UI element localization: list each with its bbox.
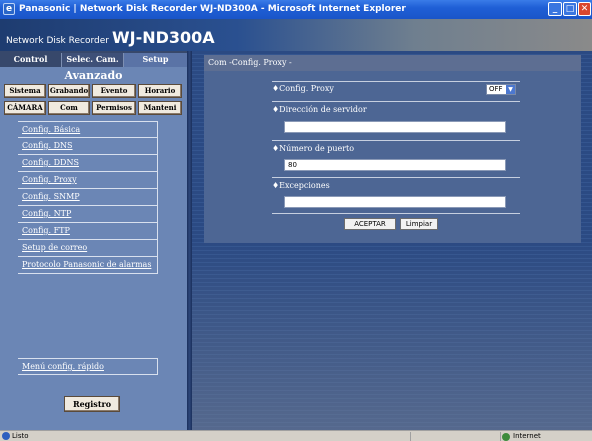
left-panel: Control Selec. Cam. Setup Avanzado Siste…: [0, 51, 187, 430]
divider-line: [272, 101, 520, 102]
internet-zone-icon: [502, 433, 510, 441]
page-icon: [2, 432, 10, 440]
tab-selec-cam[interactable]: Selec. Cam.: [62, 53, 124, 67]
port-label: ♦Número de puerto: [272, 144, 355, 153]
server-address-input[interactable]: [284, 121, 506, 133]
tab-setup[interactable]: Setup: [124, 53, 187, 67]
section-title: Avanzado: [64, 69, 123, 82]
menu-item-config-ntp[interactable]: Config. NTP: [18, 206, 158, 223]
menu-item-config-snmp[interactable]: Config. SNMP: [18, 189, 158, 206]
exceptions-input[interactable]: [284, 196, 506, 208]
brand-model: WJ-ND300A: [111, 28, 215, 47]
divider-line: [272, 81, 520, 82]
divider-line: [272, 177, 520, 178]
proxy-form: ♦Config. Proxy OFF ▼ ♦Dirección de servi…: [204, 71, 581, 243]
status-bar: Listo Internet: [0, 430, 592, 441]
zone-text: Internet: [513, 432, 541, 440]
quick-config-menu-link[interactable]: Menú config. rápido: [18, 358, 158, 375]
proxy-label: ♦Config. Proxy: [272, 84, 334, 93]
config-menu-list: Config. Básica Config. DNS Config. DDNS …: [18, 121, 158, 274]
menu-item-config-basica[interactable]: Config. Básica: [18, 121, 158, 138]
register-button[interactable]: Registro: [64, 396, 120, 412]
menu-item-setup-correo[interactable]: Setup de correo: [18, 240, 158, 257]
proxy-select[interactable]: OFF ▼: [486, 84, 516, 95]
menu-item-config-dns[interactable]: Config. DNS: [18, 138, 158, 155]
port-input[interactable]: 80: [284, 159, 506, 171]
server-address-label: ♦Dirección de servidor: [272, 105, 367, 114]
exceptions-label: ♦Excepciones: [272, 181, 330, 190]
background-fade: [192, 241, 592, 430]
brand-subtitle: Network Disk Recorder: [6, 36, 109, 46]
window-title-bar[interactable]: e Panasonic | Network Disk Recorder WJ-N…: [0, 0, 592, 19]
tab-bar: Control Selec. Cam. Setup: [0, 51, 187, 67]
internet-explorer-icon: e: [3, 3, 15, 15]
proxy-select-value: OFF: [489, 85, 503, 93]
minimize-button[interactable]: _: [548, 2, 562, 16]
menu-item-config-ftp[interactable]: Config. FTP: [18, 223, 158, 240]
menu-item-config-ddns[interactable]: Config. DDNS: [18, 155, 158, 172]
brand: Network Disk Recorder WJ-ND300A: [6, 28, 215, 47]
maximize-button[interactable]: □: [563, 2, 577, 16]
status-text: Listo: [12, 432, 29, 440]
app-header: Network Disk Recorder WJ-ND300A: [0, 19, 592, 51]
category-grabando-button[interactable]: Grabando: [48, 84, 90, 98]
window-title: Panasonic | Network Disk Recorder WJ-ND3…: [19, 4, 406, 14]
category-permisos-button[interactable]: Permisos: [92, 101, 136, 115]
main-content: Com -Config. Proxy - ♦Config. Proxy OFF …: [192, 51, 592, 430]
category-evento-button[interactable]: Evento: [92, 84, 136, 98]
category-sistema-button[interactable]: Sistema: [4, 84, 46, 98]
divider-line: [272, 140, 520, 141]
category-manteni-button[interactable]: Manteni: [138, 101, 182, 115]
chevron-down-icon: ▼: [506, 85, 515, 94]
clear-button[interactable]: Limpiar: [400, 218, 438, 230]
status-segment: [410, 432, 500, 441]
category-com-button[interactable]: Com: [48, 101, 90, 115]
menu-item-config-proxy[interactable]: Config. Proxy: [18, 172, 158, 189]
divider-line: [272, 213, 520, 214]
menu-item-protocolo-alarmas[interactable]: Protocolo Panasonic de alarmas: [18, 257, 158, 274]
category-camara-button[interactable]: CÁMARA: [4, 101, 46, 115]
category-horario-button[interactable]: Horario: [138, 84, 182, 98]
breadcrumb: Com -Config. Proxy -: [204, 55, 581, 71]
accept-button[interactable]: ACEPTAR: [344, 218, 396, 230]
close-button[interactable]: ✕: [578, 2, 591, 16]
tab-control[interactable]: Control: [0, 53, 62, 67]
